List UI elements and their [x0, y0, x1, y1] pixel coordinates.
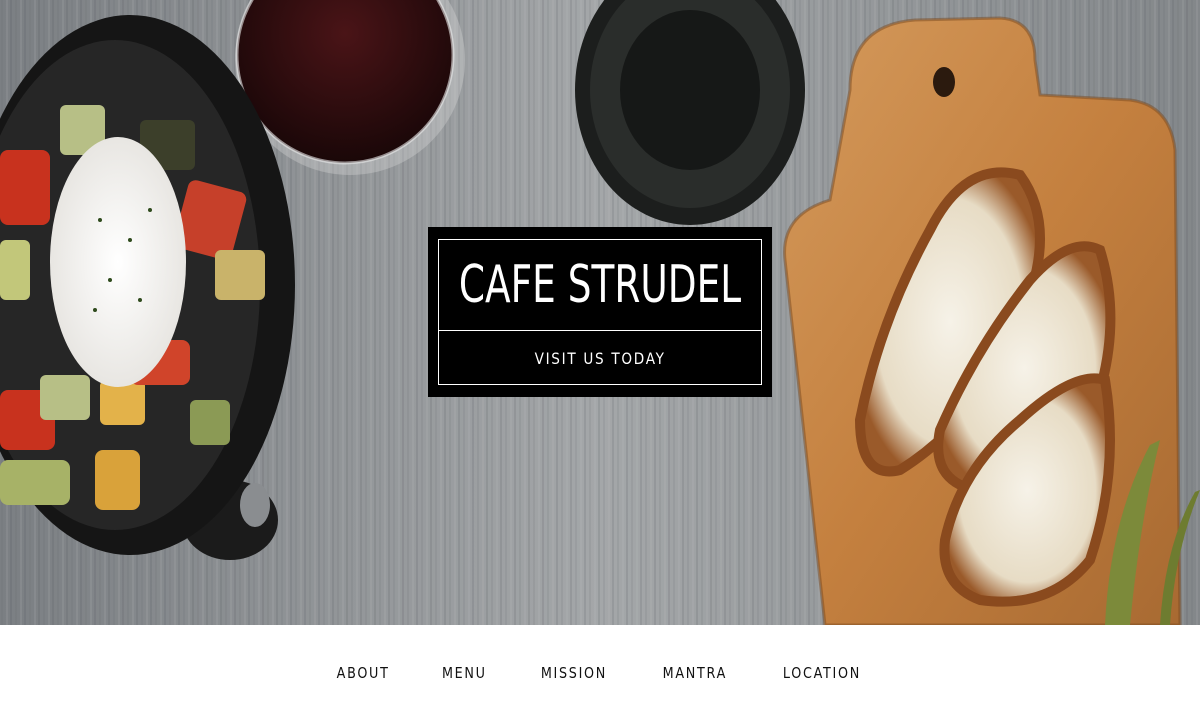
- page: CAFE STRUDEL VISIT US TODAY ABOUT MENU M…: [0, 0, 1200, 720]
- visit-us-button-label: VISIT US TODAY: [534, 348, 666, 368]
- nav-item-mantra[interactable]: MANTRA: [662, 664, 726, 682]
- brand-title-frame: CAFE STRUDEL VISIT US TODAY: [438, 239, 762, 385]
- nav-item-mission[interactable]: MISSION: [541, 664, 607, 682]
- brand-title: CAFE STRUDEL: [458, 255, 742, 315]
- nav-item-menu[interactable]: MENU: [442, 664, 487, 682]
- brand-title-card: CAFE STRUDEL VISIT US TODAY: [428, 227, 772, 397]
- nav-item-about[interactable]: ABOUT: [337, 664, 390, 682]
- hero-banner: CAFE STRUDEL VISIT US TODAY: [0, 0, 1200, 625]
- visit-us-button[interactable]: VISIT US TODAY: [439, 331, 761, 385]
- nav-item-location[interactable]: LOCATION: [783, 664, 861, 682]
- main-nav: ABOUT MENU MISSION MANTRA LOCATION: [0, 625, 1200, 720]
